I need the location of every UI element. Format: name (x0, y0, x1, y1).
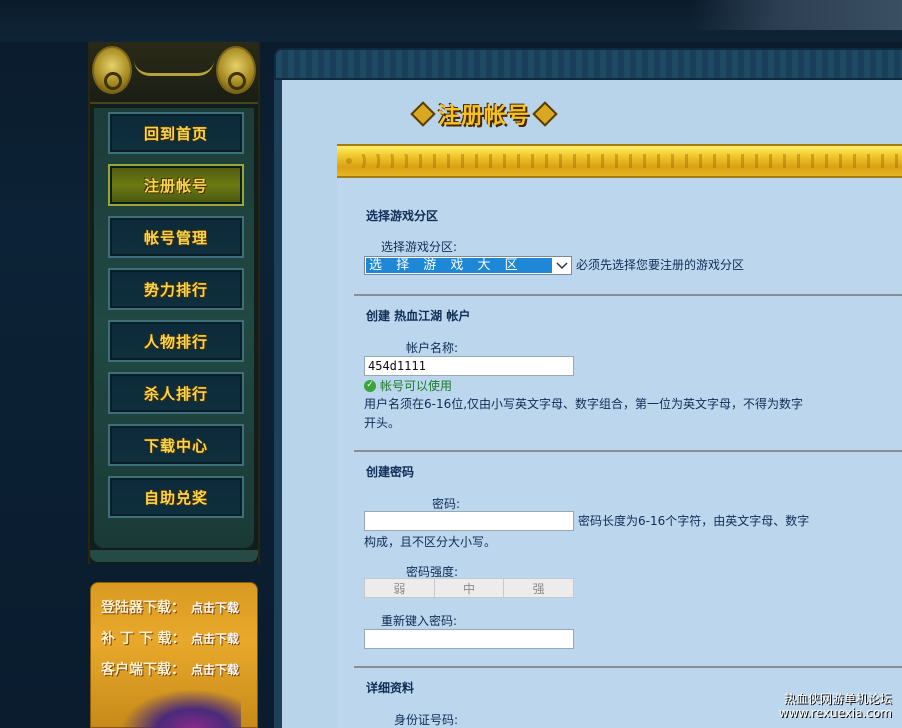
gold-ornament-bar (337, 144, 902, 178)
download-row-launcher: 登陆器下载： 点击下载 (101, 595, 251, 619)
account-status: ✓ 帐号可以使用 (364, 377, 452, 394)
account-section-title: 创建 热血江湖 帐户 (366, 309, 471, 323)
id-number-label: 身份证号码: (394, 713, 459, 727)
zone-select-value: 选 择 游 戏 大 区 (366, 258, 552, 273)
section-divider (354, 450, 902, 452)
password-hint-line2: 构成，且不区分大小写。 (364, 535, 497, 549)
chevron-down-icon[interactable] (553, 257, 571, 274)
zone-hint: 必须先选择您要注册的游戏分区 (576, 258, 745, 272)
download-patch-link[interactable]: 点击下载 (191, 630, 239, 647)
account-status-text: 帐号可以使用 (380, 379, 453, 393)
download-client-link[interactable]: 点击下载 (191, 661, 239, 678)
page-title-plaque: 注册帐号 (400, 96, 568, 132)
nav-home-label: 回到首页 (143, 124, 208, 143)
download-patch-label: 补 丁 下 载： (101, 631, 186, 647)
nav-redeem-label: 自助兑奖 (143, 488, 208, 507)
section-divider (354, 666, 902, 668)
password-input[interactable] (364, 511, 574, 531)
nav-character-rank-label: 人物排行 (143, 332, 208, 351)
zone-select[interactable]: 选 择 游 戏 大 区 (364, 256, 572, 275)
lion-knocker-icon (92, 46, 132, 94)
nav-kill-rank-label: 杀人排行 (143, 384, 208, 403)
zone-section-title: 选择游戏分区 (366, 209, 439, 223)
zone-label: 选择游戏分区: (381, 240, 458, 254)
download-box: 登陆器下载： 点击下载 补 丁 下 载： 点击下载 客户端下载： 点击下载 (90, 582, 258, 728)
main-left-border (274, 80, 282, 728)
nav-account-manage-button[interactable]: 帐号管理 (108, 216, 244, 258)
character-artwork (121, 689, 241, 728)
nav-download-center-button[interactable]: 下载中心 (108, 424, 244, 466)
nav-home-button[interactable]: 回到首页 (108, 112, 244, 154)
nav-register-button[interactable]: 注册帐号 (108, 164, 244, 206)
main-top-border (274, 48, 902, 80)
check-icon: ✓ (364, 379, 376, 392)
nav-ornament (90, 42, 258, 104)
strength-weak: 弱 (365, 579, 435, 597)
download-launcher-link[interactable]: 点击下载 (191, 599, 239, 616)
nav-faction-rank-label: 势力排行 (143, 280, 208, 299)
nav-character-rank-button[interactable]: 人物排行 (108, 320, 244, 362)
password-section-title: 创建密码 (366, 465, 415, 479)
account-hint-line1: 用户名须在6-16位,仅由小写英文字母、数字组合，第一位为英文字母，不得为数字 (364, 397, 804, 411)
nav-kill-rank-button[interactable]: 杀人排行 (108, 372, 244, 414)
lion-knocker-icon (216, 46, 256, 94)
download-row-patch: 补 丁 下 载： 点击下载 (101, 626, 251, 650)
page-title: 注册帐号 (437, 104, 530, 129)
confirm-password-label: 重新键入密码: (381, 614, 458, 628)
watermark-line1: 热血侠网游单机论坛 (783, 692, 892, 706)
section-divider (354, 294, 902, 296)
nav-register-label: 注册帐号 (143, 176, 208, 195)
nav-account-manage-label: 帐号管理 (143, 228, 208, 247)
top-banner (0, 0, 902, 42)
banner-artwork (692, 0, 902, 30)
password-hint-line1: 密码长度为6-16个字符，由英文字母、数字 (578, 514, 810, 528)
download-launcher-label: 登陆器下载： (101, 600, 185, 616)
left-nav-frame: 回到首页 注册帐号 帐号管理 势力排行 人物排行 杀人排行 下载中心 自助兑奖 (88, 42, 260, 564)
confirm-password-input[interactable] (364, 629, 574, 649)
password-label: 密码: (432, 497, 461, 511)
nav-download-center-label: 下载中心 (143, 436, 208, 455)
account-hint: 用户名须在6-16位,仅由小写英文字母、数字组合，第一位为英文字母，不得为数字 … (364, 395, 834, 433)
account-name-label: 帐户名称: (406, 341, 459, 355)
nav-bottom-bar (90, 550, 258, 562)
password-strength-meter: 弱 中 强 (364, 578, 574, 598)
nav-faction-rank-button[interactable]: 势力排行 (108, 268, 244, 310)
download-row-client: 客户端下载： 点击下载 (101, 657, 251, 681)
watermark-line2: www.rexuexia.com (778, 706, 892, 720)
account-hint-line2: 开头。 (364, 416, 401, 430)
strength-strong: 强 (504, 579, 574, 597)
nav-redeem-button[interactable]: 自助兑奖 (108, 476, 244, 518)
vine-ornament-icon (134, 60, 214, 76)
ornament-icon (410, 101, 436, 127)
download-client-label: 客户端下载： (101, 662, 185, 678)
ornament-icon (532, 101, 558, 127)
strength-medium: 中 (434, 579, 505, 597)
account-name-input[interactable]: 454d1111 (364, 356, 574, 376)
details-section-title: 详细资料 (366, 681, 415, 695)
site-watermark: 热血侠网游单机论坛 www.rexuexia.com (779, 692, 892, 720)
nav-panel: 回到首页 注册帐号 帐号管理 势力排行 人物排行 杀人排行 下载中心 自助兑奖 (94, 108, 254, 548)
